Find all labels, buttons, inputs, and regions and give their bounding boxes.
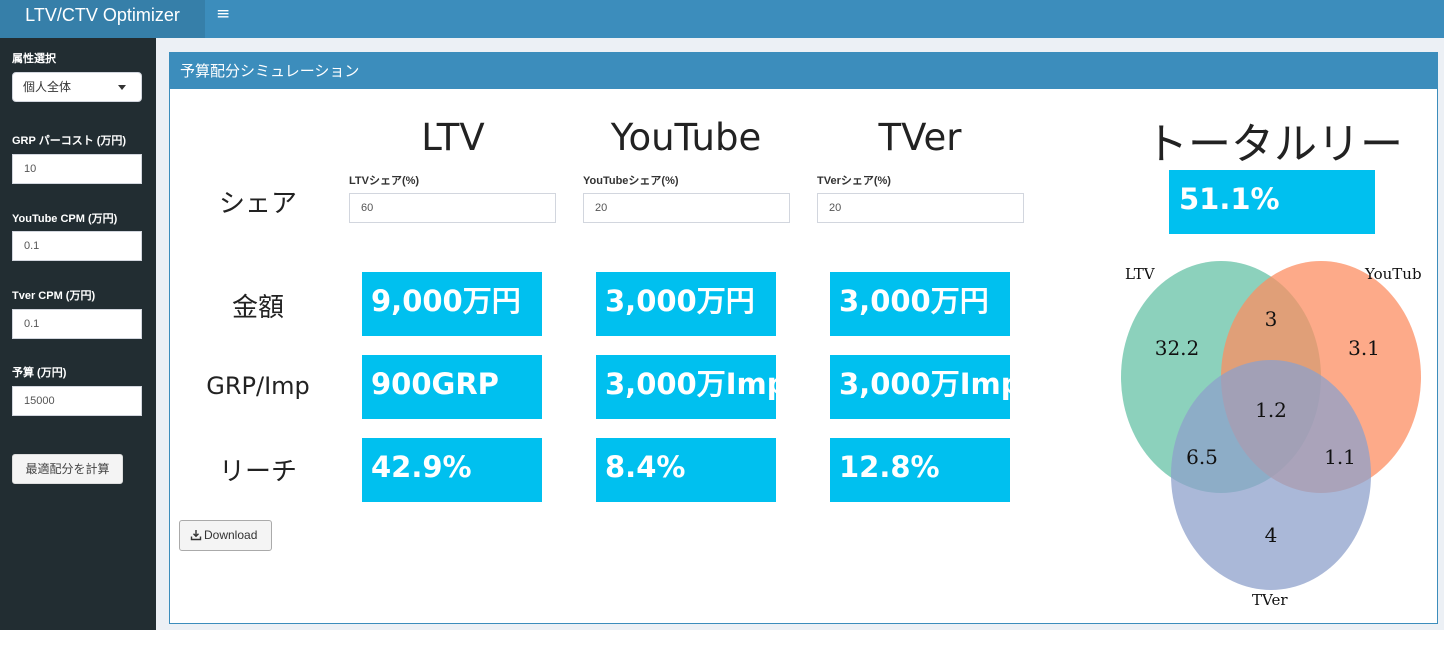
- segment-select[interactable]: 個人全体: [12, 72, 142, 102]
- download-label: Download: [204, 528, 258, 542]
- app-title[interactable]: LTV/CTV Optimizer: [0, 0, 205, 38]
- row-header-share: シェア: [218, 189, 297, 219]
- tver-cpm-label: Tver CPM (万円): [12, 290, 96, 302]
- venn-label-youtube: YouTub: [1364, 265, 1422, 283]
- youtube-cpm-label: YouTube CPM (万円): [12, 213, 118, 225]
- venn-value-ltv-tver: 6.5: [1186, 445, 1218, 469]
- tver-imp-value: 3,000万Imp: [830, 355, 1010, 419]
- tver-cpm-input[interactable]: 0.1: [12, 309, 142, 339]
- footer-strip: [0, 630, 1444, 648]
- column-header-youtube: YouTube: [610, 116, 762, 159]
- venn-label-tver: TVer: [1252, 591, 1288, 609]
- youtube-cpm-input[interactable]: 0.1: [12, 231, 142, 261]
- ltv-share-input[interactable]: 60: [349, 193, 556, 223]
- ltv-amount-value: 9,000万円: [362, 272, 542, 336]
- grp-cost-input[interactable]: 10: [12, 154, 142, 184]
- sidebar: 属性選択 個人全体 GRP パーコスト (万円) 10 YouTube CPM …: [0, 38, 156, 630]
- budget-input[interactable]: 15000: [12, 386, 142, 416]
- chevron-down-icon: [118, 85, 126, 90]
- segment-select-value: 個人全体: [23, 80, 72, 94]
- download-button[interactable]: Download: [179, 520, 272, 551]
- box-title: 予算配分シミュレーション: [170, 53, 1437, 89]
- row-header-reach: リーチ: [218, 457, 297, 487]
- venn-value-ltv-youtube: 3: [1265, 307, 1278, 331]
- ltv-grp-value: 900GRP: [362, 355, 542, 419]
- total-reach-value: 51.1%: [1169, 170, 1375, 234]
- youtube-reach-value: 8.4%: [596, 438, 776, 502]
- download-icon: [190, 530, 202, 541]
- tver-amount-value: 3,000万円: [830, 272, 1010, 336]
- tver-share-input[interactable]: 20: [817, 193, 1024, 223]
- youtube-imp-value: 3,000万Imp: [596, 355, 776, 419]
- segment-label: 属性選択: [12, 53, 56, 65]
- grp-cost-label: GRP パーコスト (万円): [12, 135, 127, 147]
- column-header-ltv: LTV: [421, 116, 485, 159]
- venn-value-only-ltv: 32.2: [1155, 336, 1200, 360]
- venn-label-ltv: LTV: [1125, 265, 1156, 283]
- venn-value-all: 1.2: [1255, 398, 1287, 422]
- venn-value-only-tver: 4: [1265, 523, 1278, 547]
- venn-diagram: LTV YouTub TVer 32.2 3.1 3 1.2 6.5 1.1 4: [1121, 261, 1422, 609]
- venn-value-only-youtube: 3.1: [1348, 336, 1380, 360]
- ltv-reach-value: 42.9%: [362, 438, 542, 502]
- ltv-share-label: LTVシェア(%): [349, 175, 420, 187]
- top-header: LTV/CTV Optimizer ≡: [0, 0, 1444, 38]
- venn-circle-tver: [1171, 360, 1371, 590]
- column-header-tver: TVer: [878, 116, 962, 159]
- youtube-share-label: YouTubeシェア(%): [583, 175, 679, 187]
- tver-reach-value: 12.8%: [830, 438, 1010, 502]
- tver-share-label: TVerシェア(%): [817, 175, 891, 187]
- calculate-optimal-button[interactable]: 最適配分を計算: [12, 454, 123, 484]
- budget-label: 予算 (万円): [12, 367, 67, 379]
- venn-value-youtube-tver: 1.1: [1324, 445, 1356, 469]
- row-header-amount: 金額: [231, 293, 284, 323]
- sidebar-toggle-icon[interactable]: ≡: [216, 4, 230, 24]
- youtube-amount-value: 3,000万円: [596, 272, 776, 336]
- row-header-grp: GRP/Imp: [206, 372, 310, 400]
- youtube-share-input[interactable]: 20: [583, 193, 790, 223]
